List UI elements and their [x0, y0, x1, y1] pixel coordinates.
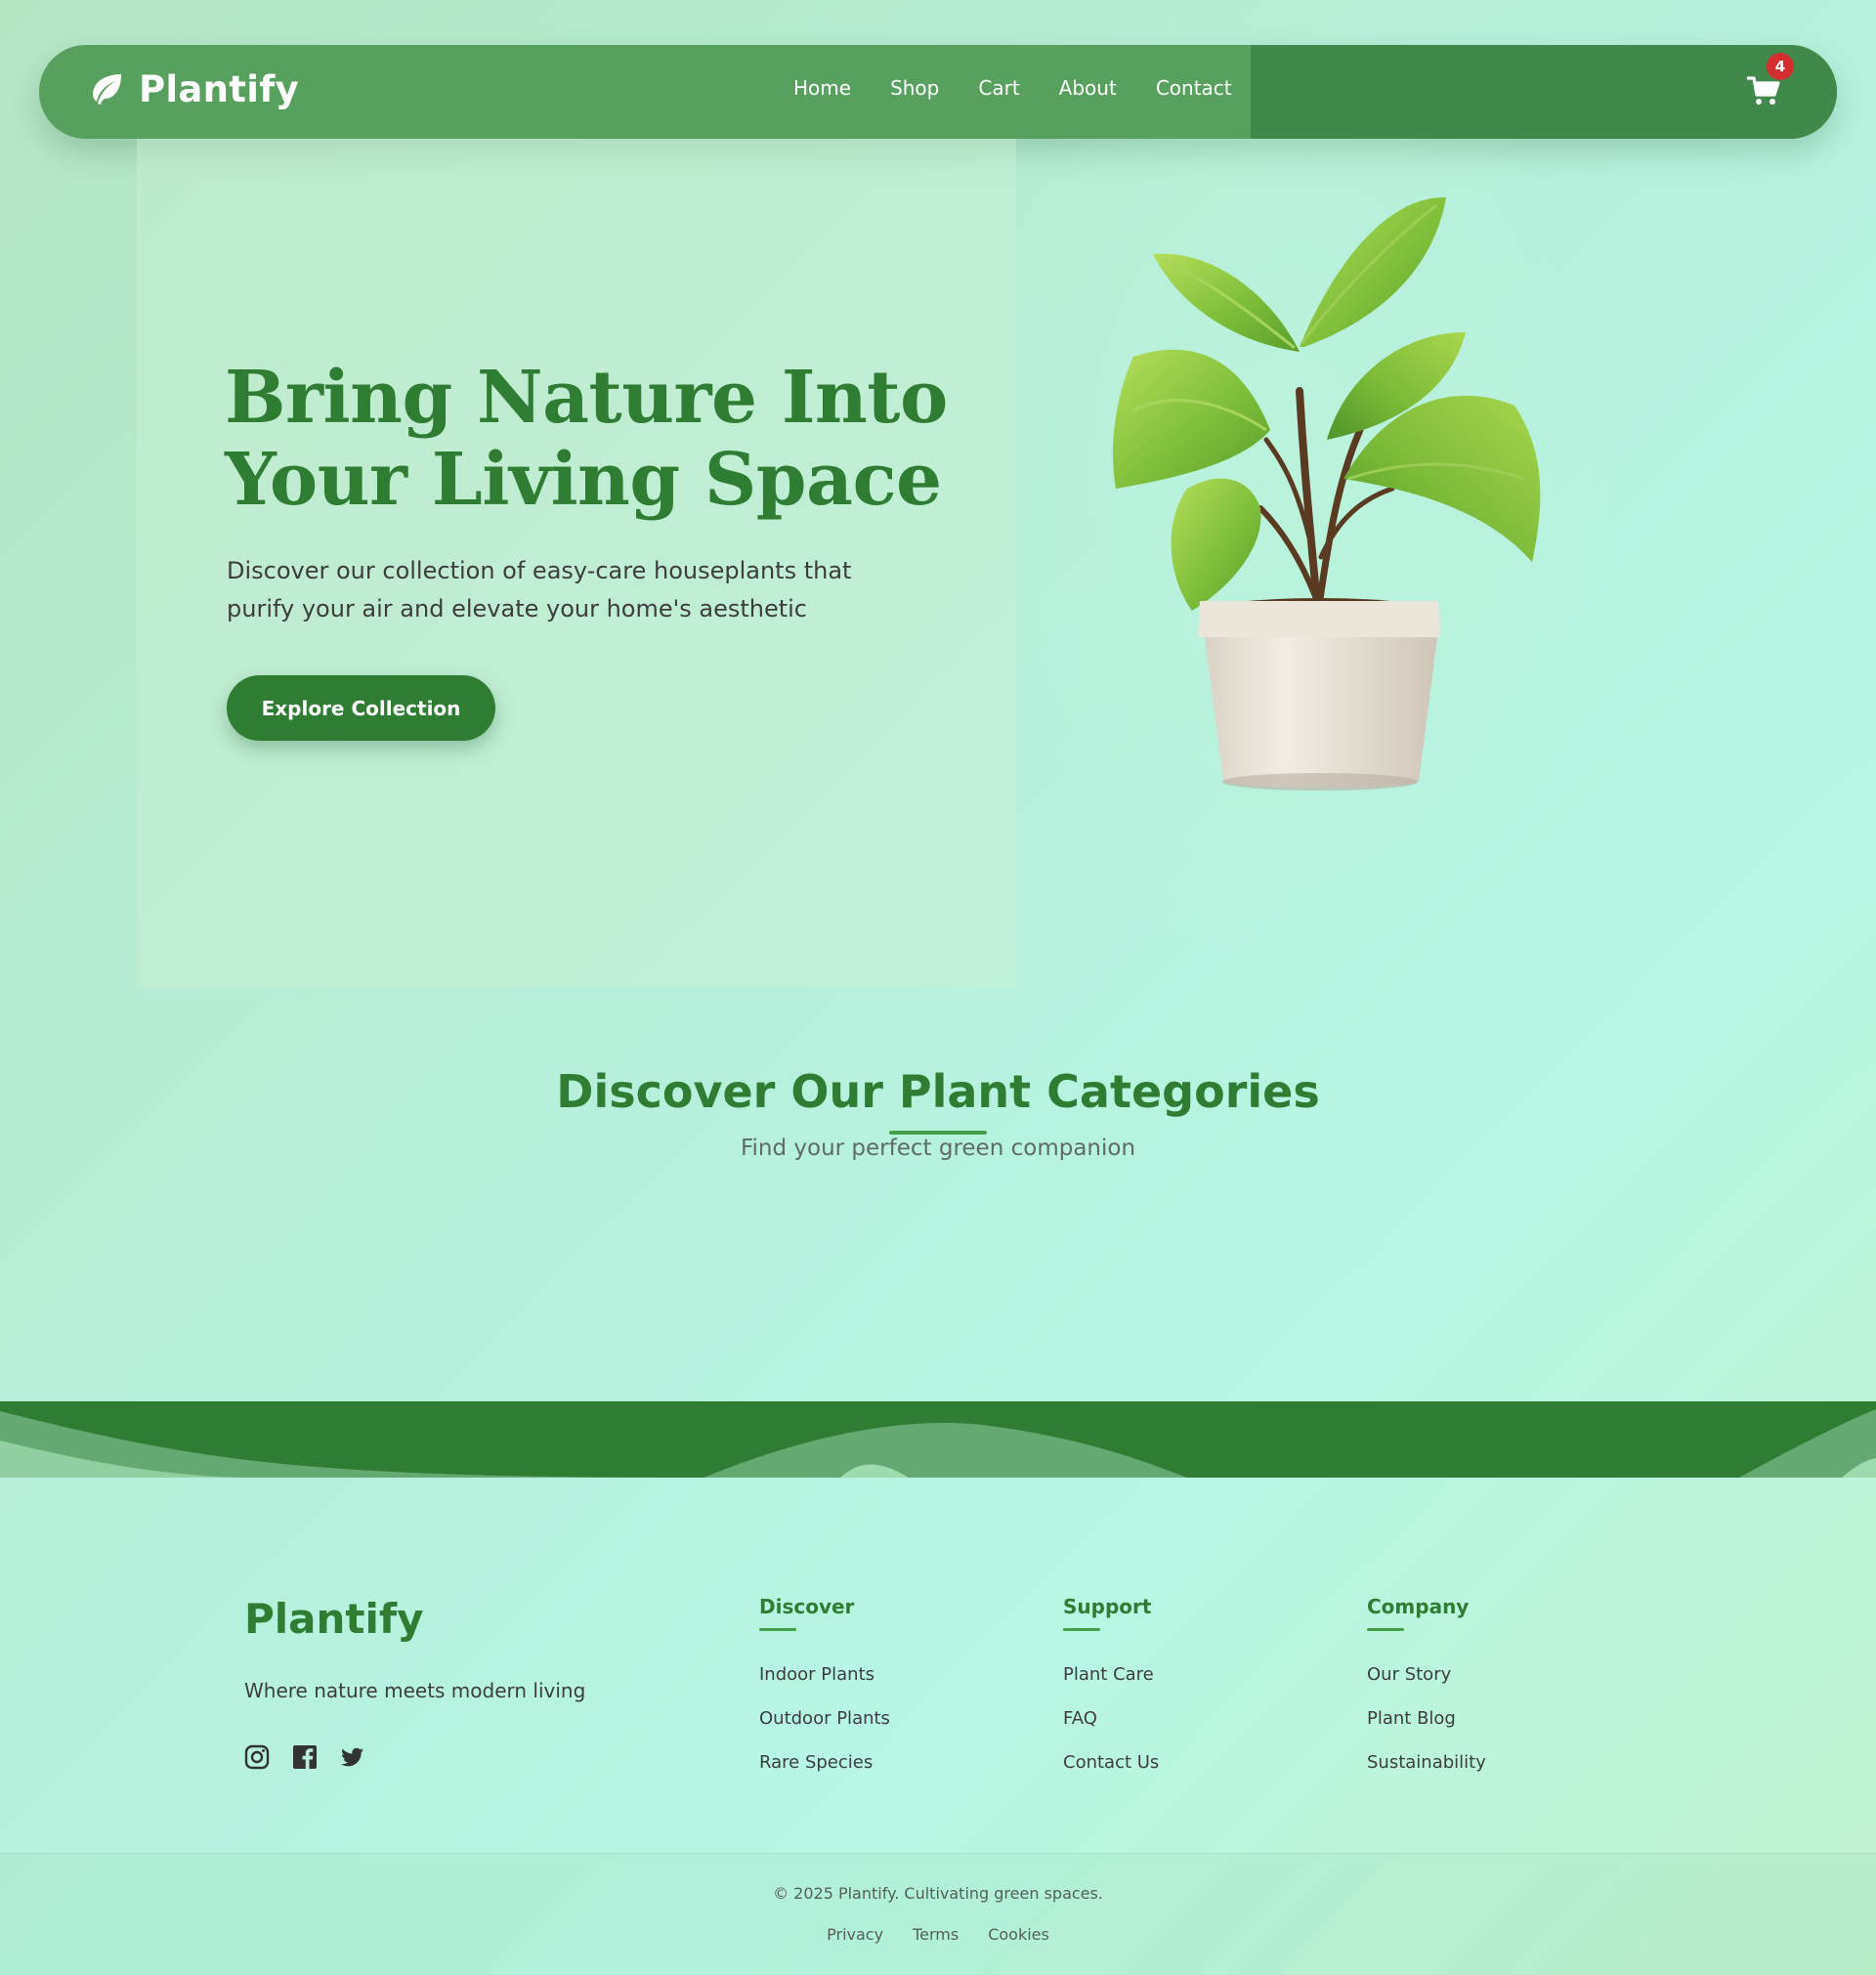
footer-column-title: Discover	[759, 1595, 855, 1618]
footer-link-plant-care[interactable]: Plant Care	[1063, 1662, 1159, 1687]
footer-link-our-story[interactable]: Our Story	[1367, 1662, 1486, 1687]
footer-column-discover: Discover Indoor Plants Outdoor Plants Ra…	[759, 1595, 890, 1794]
brand-name: Plantify	[139, 68, 300, 110]
footer-column-title: Support	[1063, 1595, 1152, 1618]
footer-link-rare-species[interactable]: Rare Species	[759, 1750, 890, 1775]
legal-link-cookies[interactable]: Cookies	[988, 1925, 1049, 1944]
legal-links: Privacy Terms Cookies	[0, 1925, 1876, 1944]
cart-count-badge: 4	[1767, 53, 1794, 80]
nav-link-home[interactable]: Home	[793, 76, 851, 100]
footer-column-support: Support Plant Care FAQ Contact Us	[1063, 1595, 1159, 1794]
nav-link-contact[interactable]: Contact	[1156, 76, 1232, 100]
main-nav: Home Shop Cart About Contact	[793, 76, 1232, 100]
hero-title-line-2: Your Living Space	[225, 438, 942, 522]
footer-column-underline	[1063, 1628, 1100, 1631]
footer-tagline: Where nature meets modern living	[244, 1679, 586, 1702]
facebook-icon[interactable]	[292, 1744, 318, 1770]
footer-link-outdoor-plants[interactable]: Outdoor Plants	[759, 1706, 890, 1731]
footer-brand[interactable]: Plantify	[244, 1595, 424, 1643]
footer-link-contact-us[interactable]: Contact Us	[1063, 1750, 1159, 1775]
categories-title-underline	[889, 1131, 987, 1135]
hero-title: Bring Nature Into Your Living Space	[225, 357, 967, 521]
hero-title-line-1: Bring Nature Into	[225, 356, 948, 440]
footer-link-indoor-plants[interactable]: Indoor Plants	[759, 1662, 890, 1687]
footer-column-underline	[1367, 1628, 1404, 1631]
footer-bottom-bar	[0, 1854, 1876, 1975]
copyright-text: © 2025 Plantify. Cultivating green space…	[773, 1884, 1103, 1903]
footer-wave-divider	[0, 1401, 1876, 1478]
instagram-icon[interactable]	[244, 1744, 270, 1770]
footer-divider	[0, 1853, 1876, 1854]
cart-button[interactable]: 4	[1746, 53, 1794, 113]
nav-link-cart[interactable]: Cart	[978, 76, 1019, 100]
legal-link-privacy[interactable]: Privacy	[827, 1925, 883, 1944]
categories-title: Discover Our Plant Categories	[556, 1065, 1320, 1118]
footer-link-faq[interactable]: FAQ	[1063, 1706, 1159, 1731]
navbar: Plantify Home Shop Cart About Contact 4	[39, 45, 1837, 139]
footer-link-plant-blog[interactable]: Plant Blog	[1367, 1706, 1486, 1731]
twitter-icon[interactable]	[340, 1744, 365, 1770]
explore-collection-button[interactable]: Explore Collection	[227, 675, 495, 741]
footer-column-title: Company	[1367, 1595, 1470, 1618]
categories-subtitle: Find your perfect green companion	[740, 1136, 1136, 1161]
legal-link-terms[interactable]: Terms	[913, 1925, 959, 1944]
nav-link-shop[interactable]: Shop	[890, 76, 939, 100]
potted-plant-image	[1113, 196, 1541, 791]
social-links	[244, 1744, 365, 1770]
footer-column-underline	[759, 1628, 796, 1631]
hero-subtitle: Discover our collection of easy-care hou…	[227, 557, 852, 623]
footer-column-company: Company Our Story Plant Blog Sustainabil…	[1367, 1595, 1486, 1794]
nav-link-about[interactable]: About	[1059, 76, 1117, 100]
brand-logo[interactable]: Plantify	[86, 68, 299, 110]
leaf-icon	[93, 73, 121, 105]
footer-link-sustainability[interactable]: Sustainability	[1367, 1750, 1486, 1775]
